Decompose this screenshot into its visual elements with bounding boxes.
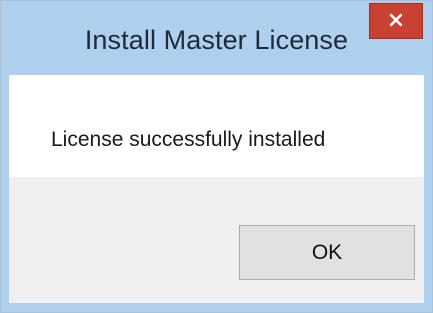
ok-button-label: OK [311, 240, 343, 264]
dialog-body: License successfully installed OK [9, 75, 424, 303]
title-bar[interactable]: Install Master License × [1, 1, 432, 75]
close-icon: × [386, 8, 406, 33]
dialog-window: Install Master License × License success… [0, 0, 433, 313]
ok-button[interactable]: OK [239, 225, 415, 280]
message-text: License successfully installed [51, 128, 326, 151]
close-button[interactable]: × [369, 3, 423, 39]
window-title: Install Master License [84, 25, 349, 55]
